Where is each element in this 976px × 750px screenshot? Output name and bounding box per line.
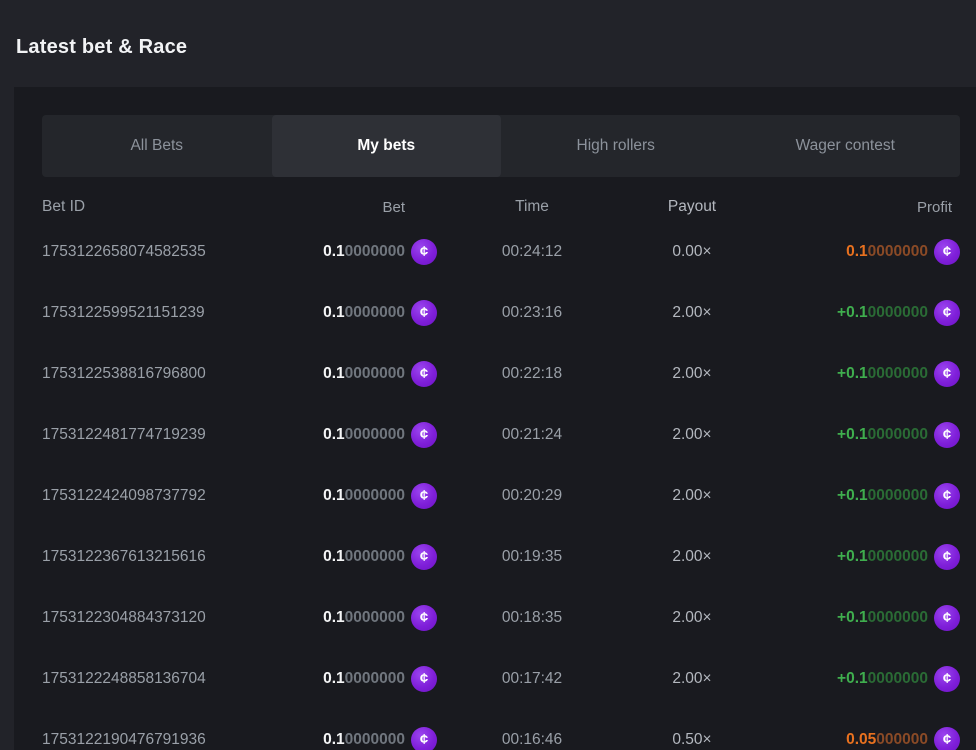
profit-cell: +0.10000000 ¢ xyxy=(757,300,960,326)
coin-currency-icon: ¢ xyxy=(934,727,960,750)
profit-cell: 0.05000000 ¢ xyxy=(757,727,960,750)
time-cell: 00:18:35 xyxy=(437,609,627,627)
payout-cell: 2.00× xyxy=(627,304,757,322)
time-cell: 00:20:29 xyxy=(437,487,627,505)
table-row[interactable]: 1753122248858136704 0.10000000 ¢ 00:17:4… xyxy=(42,648,960,709)
coin-currency-icon: ¢ xyxy=(934,239,960,265)
bet-id-cell: 1753122190476791936 xyxy=(42,731,262,749)
profit-cell: +0.10000000 ¢ xyxy=(757,666,960,692)
bet-id-cell: 1753122424098737792 xyxy=(42,487,262,505)
column-header-time: Time xyxy=(437,198,627,216)
bet-amount-cell: 0.10000000 ¢ xyxy=(262,239,437,265)
coin-currency-icon: ¢ xyxy=(411,239,437,265)
payout-cell: 0.50× xyxy=(627,731,757,749)
table-row[interactable]: 1753122538816796800 0.10000000 ¢ 00:22:1… xyxy=(42,343,960,404)
coin-currency-icon: ¢ xyxy=(934,361,960,387)
coin-currency-icon: ¢ xyxy=(411,605,437,631)
bet-amount-cell: 0.10000000 ¢ xyxy=(262,666,437,692)
time-cell: 00:21:24 xyxy=(437,426,627,444)
bet-id-cell: 1753122658074582535 xyxy=(42,243,262,261)
profit-cell: +0.10000000 ¢ xyxy=(757,544,960,570)
time-cell: 00:23:16 xyxy=(437,304,627,322)
bet-id-cell: 1753122248858136704 xyxy=(42,670,262,688)
bets-tab-bar: All BetsMy betsHigh rollersWager contest xyxy=(42,115,960,177)
table-row[interactable]: 1753122424098737792 0.10000000 ¢ 00:20:2… xyxy=(42,465,960,526)
coin-currency-icon: ¢ xyxy=(411,544,437,570)
latest-bets-panel: All BetsMy betsHigh rollersWager contest… xyxy=(14,87,976,750)
bet-id-cell: 1753122538816796800 xyxy=(42,365,262,383)
payout-cell: 2.00× xyxy=(627,365,757,383)
payout-cell: 2.00× xyxy=(627,426,757,444)
column-header-bet-id: Bet ID xyxy=(42,198,262,216)
coin-currency-icon: ¢ xyxy=(411,361,437,387)
page-title: Latest bet & Race xyxy=(0,0,976,59)
tab-high-rollers[interactable]: High rollers xyxy=(501,115,731,177)
tab-my-bets[interactable]: My bets xyxy=(272,115,502,177)
time-cell: 00:22:18 xyxy=(437,365,627,383)
table-row[interactable]: 1753122658074582535 0.10000000 ¢ 00:24:1… xyxy=(42,221,960,282)
coin-currency-icon: ¢ xyxy=(934,605,960,631)
profit-cell: +0.10000000 ¢ xyxy=(757,422,960,448)
coin-currency-icon: ¢ xyxy=(411,483,437,509)
table-row[interactable]: 1753122481774719239 0.10000000 ¢ 00:21:2… xyxy=(42,404,960,465)
profit-cell: +0.10000000 ¢ xyxy=(757,361,960,387)
table-row[interactable]: 1753122304884373120 0.10000000 ¢ 00:18:3… xyxy=(42,587,960,648)
payout-cell: 2.00× xyxy=(627,548,757,566)
bet-amount-cell: 0.10000000 ¢ xyxy=(262,361,437,387)
profit-cell: 0.10000000 ¢ xyxy=(757,239,960,265)
bet-amount-cell: 0.10000000 ¢ xyxy=(262,605,437,631)
table-row[interactable]: 1753122367613215616 0.10000000 ¢ 00:19:3… xyxy=(42,526,960,587)
bet-id-cell: 1753122599521151239 xyxy=(42,304,262,322)
coin-currency-icon: ¢ xyxy=(934,544,960,570)
column-header-payout: Payout xyxy=(627,198,757,216)
tab-all-bets[interactable]: All Bets xyxy=(42,115,272,177)
bet-amount-cell: 0.10000000 ¢ xyxy=(262,300,437,326)
payout-cell: 2.00× xyxy=(627,609,757,627)
coin-currency-icon: ¢ xyxy=(934,666,960,692)
coin-currency-icon: ¢ xyxy=(934,422,960,448)
coin-currency-icon: ¢ xyxy=(411,300,437,326)
bet-id-cell: 1753122367613215616 xyxy=(42,548,262,566)
coin-currency-icon: ¢ xyxy=(411,666,437,692)
table-header-row: Bet ID Bet Time Payout Profit xyxy=(42,193,960,221)
bet-amount-cell: 0.10000000 ¢ xyxy=(262,483,437,509)
time-cell: 00:17:42 xyxy=(437,670,627,688)
payout-cell: 2.00× xyxy=(627,670,757,688)
coin-currency-icon: ¢ xyxy=(411,727,437,750)
table-row[interactable]: 1753122599521151239 0.10000000 ¢ 00:23:1… xyxy=(42,282,960,343)
bet-amount-cell: 0.10000000 ¢ xyxy=(262,544,437,570)
bet-amount-cell: 0.10000000 ¢ xyxy=(262,727,437,750)
table-body: 1753122658074582535 0.10000000 ¢ 00:24:1… xyxy=(42,221,960,750)
coin-currency-icon: ¢ xyxy=(934,483,960,509)
bet-id-cell: 1753122481774719239 xyxy=(42,426,262,444)
column-header-profit: Profit xyxy=(757,199,960,216)
table-row[interactable]: 1753122190476791936 0.10000000 ¢ 00:16:4… xyxy=(42,709,960,750)
profit-cell: +0.10000000 ¢ xyxy=(757,483,960,509)
profit-cell: +0.10000000 ¢ xyxy=(757,605,960,631)
bet-id-cell: 1753122304884373120 xyxy=(42,609,262,627)
coin-currency-icon: ¢ xyxy=(934,300,960,326)
coin-currency-icon: ¢ xyxy=(411,422,437,448)
time-cell: 00:24:12 xyxy=(437,243,627,261)
bets-table: Bet ID Bet Time Payout Profit 1753122658… xyxy=(42,193,960,750)
time-cell: 00:19:35 xyxy=(437,548,627,566)
time-cell: 00:16:46 xyxy=(437,731,627,749)
column-header-bet: Bet xyxy=(262,199,437,216)
payout-cell: 2.00× xyxy=(627,487,757,505)
bet-amount-cell: 0.10000000 ¢ xyxy=(262,422,437,448)
payout-cell: 0.00× xyxy=(627,243,757,261)
tab-wager-contest[interactable]: Wager contest xyxy=(731,115,961,177)
